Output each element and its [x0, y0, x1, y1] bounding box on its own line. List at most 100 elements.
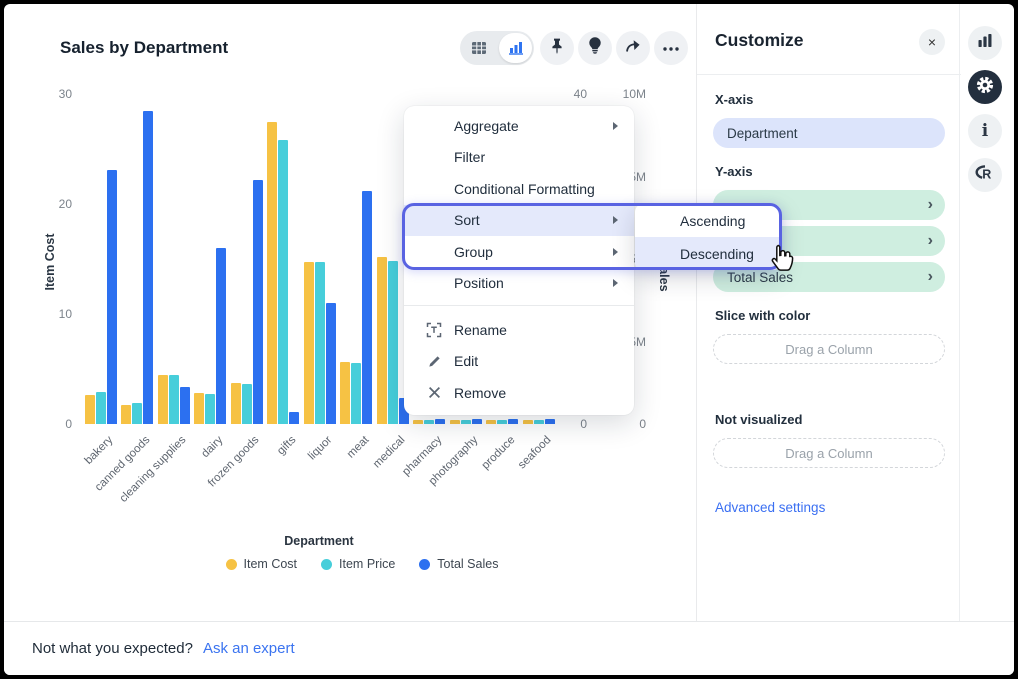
drop-zone-placeholder: Drag a Column [785, 446, 872, 461]
table-view-icon[interactable] [460, 31, 497, 65]
bar-item-cost-cleaning-supplies[interactable] [158, 375, 168, 425]
ask-expert-link[interactable]: Ask an expert [203, 640, 295, 657]
bar-item-price-dairy[interactable] [205, 394, 215, 424]
bar-item-cost-seafood[interactable] [523, 420, 533, 424]
bar-item-price-canned-goods[interactable] [132, 403, 142, 424]
menu-item-aggregate[interactable]: Aggregate [404, 110, 634, 142]
legend-label: Total Sales [437, 557, 498, 571]
x-tick-label: bakery [83, 434, 116, 467]
info-icon: i [982, 121, 988, 141]
info-button[interactable]: i [968, 114, 1002, 148]
chevron-right-icon[interactable]: › [928, 233, 933, 249]
menu-item-sort[interactable]: Sort [404, 205, 634, 237]
menu-item-label: Remove [454, 385, 506, 401]
gear-icon [975, 75, 995, 100]
menu-item-label: Aggregate [454, 118, 519, 134]
r-logo-button[interactable]: R [968, 158, 1002, 192]
bar-total-sales-photography[interactable] [472, 419, 482, 424]
submenu-arrow-icon [613, 122, 618, 130]
menu-divider [404, 305, 634, 306]
footer-question: Not what you expected? [32, 640, 193, 657]
bar-item-price-photography[interactable] [461, 420, 471, 424]
chart-view-icon[interactable] [499, 33, 532, 63]
x-tick-label: meat [344, 434, 371, 461]
bar-item-cost-pharmacy[interactable] [413, 420, 423, 424]
panel-divider [697, 74, 961, 75]
bar-item-cost-bakery[interactable] [85, 395, 95, 424]
submenu-arrow-icon [613, 216, 618, 224]
menu-item-label: Rename [454, 322, 507, 338]
bar-item-cost-gifts[interactable] [267, 122, 277, 425]
menu-item-remove[interactable]: Remove [404, 377, 634, 409]
menu-item-edit[interactable]: Edit [404, 346, 634, 378]
chevron-right-icon[interactable]: › [928, 269, 933, 285]
bar-item-price-seafood[interactable] [534, 420, 544, 424]
submenu-arrow-icon [613, 248, 618, 256]
bar-total-sales-cleaning-supplies[interactable] [180, 387, 190, 424]
menu-item-position[interactable]: Position [404, 268, 634, 300]
bar-item-cost-produce[interactable] [486, 420, 496, 424]
bar-total-sales-liquor[interactable] [326, 303, 336, 424]
menu-item-filter[interactable]: Filter [404, 142, 634, 174]
bar-item-cost-photography[interactable] [450, 420, 460, 424]
customize-settings-button[interactable] [968, 70, 1002, 104]
r-logo-icon: R [974, 163, 996, 188]
x-tick-label: medical [371, 434, 408, 471]
bar-total-sales-seafood[interactable] [545, 419, 555, 424]
bar-total-sales-gifts[interactable] [289, 412, 299, 424]
bar-item-price-gifts[interactable] [278, 140, 288, 424]
x-tick-label: dairy [199, 434, 225, 460]
legend-item-item-price[interactable]: Item Price [321, 557, 395, 571]
legend-item-item-cost[interactable]: Item Cost [226, 557, 298, 571]
bar-item-price-pharmacy[interactable] [424, 420, 434, 424]
bar-item-price-bakery[interactable] [96, 392, 106, 424]
menu-item-group[interactable]: Group [404, 236, 634, 268]
legend-item-total-sales[interactable]: Total Sales [419, 557, 498, 571]
bar-item-price-meat[interactable] [351, 363, 361, 424]
bar-total-sales-produce[interactable] [508, 419, 518, 424]
advanced-settings-link[interactable]: Advanced settings [715, 500, 825, 515]
x-tick-label: cleaning supplies [118, 434, 189, 505]
bar-item-cost-frozen-goods[interactable] [231, 383, 241, 424]
bar-item-price-liquor[interactable] [315, 262, 325, 424]
bar-item-price-cleaning-supplies[interactable] [169, 375, 179, 424]
bar-total-sales-bakery[interactable] [107, 170, 117, 424]
x-axis-field-pill[interactable]: Department [713, 118, 945, 148]
remove-icon [426, 385, 442, 401]
more-options-button[interactable] [654, 31, 688, 65]
bar-total-sales-frozen-goods[interactable] [253, 180, 263, 424]
y-axis-title: Item Cost [43, 234, 57, 291]
bar-item-price-frozen-goods[interactable] [242, 384, 252, 424]
view-toggle[interactable] [460, 31, 534, 65]
bar-item-price-medical[interactable] [388, 261, 398, 424]
bar-total-sales-pharmacy[interactable] [435, 419, 445, 424]
bar-item-cost-dairy[interactable] [194, 393, 204, 424]
y-axis-section-label: Y-axis [715, 164, 753, 179]
bar-total-sales-dairy[interactable] [216, 248, 226, 424]
menu-item-label: Filter [454, 149, 485, 165]
bar-total-sales-canned-goods[interactable] [143, 111, 153, 425]
x-axis-field-label: Department [727, 126, 798, 141]
not-visualized-drop-zone[interactable]: Drag a Column [713, 438, 945, 468]
chart-type-button[interactable] [968, 26, 1002, 60]
share-arrow-icon [624, 37, 642, 60]
pin-button[interactable] [540, 31, 574, 65]
bar-item-price-produce[interactable] [497, 420, 507, 424]
bar-item-cost-canned-goods[interactable] [121, 405, 131, 424]
menu-item-rename[interactable]: Rename [404, 314, 634, 346]
submenu-item-descending[interactable]: Descending [635, 237, 781, 270]
menu-item-conditional-formatting[interactable]: Conditional Formatting [404, 173, 634, 205]
bar-total-sales-meat[interactable] [362, 191, 372, 424]
axis-tick-right2: 10M [608, 87, 646, 101]
bar-item-cost-meat[interactable] [340, 362, 350, 424]
bar-item-cost-liquor[interactable] [304, 262, 314, 424]
insights-button[interactable] [578, 31, 612, 65]
panel-title: Customize [715, 30, 803, 51]
close-panel-button[interactable]: × [919, 29, 945, 55]
bar-item-cost-medical[interactable] [377, 257, 387, 424]
chevron-right-icon[interactable]: › [928, 197, 933, 213]
menu-item-label: Edit [454, 353, 478, 369]
share-button[interactable] [616, 31, 650, 65]
slice-drop-zone[interactable]: Drag a Column [713, 334, 945, 364]
submenu-item-ascending[interactable]: Ascending [635, 204, 781, 237]
